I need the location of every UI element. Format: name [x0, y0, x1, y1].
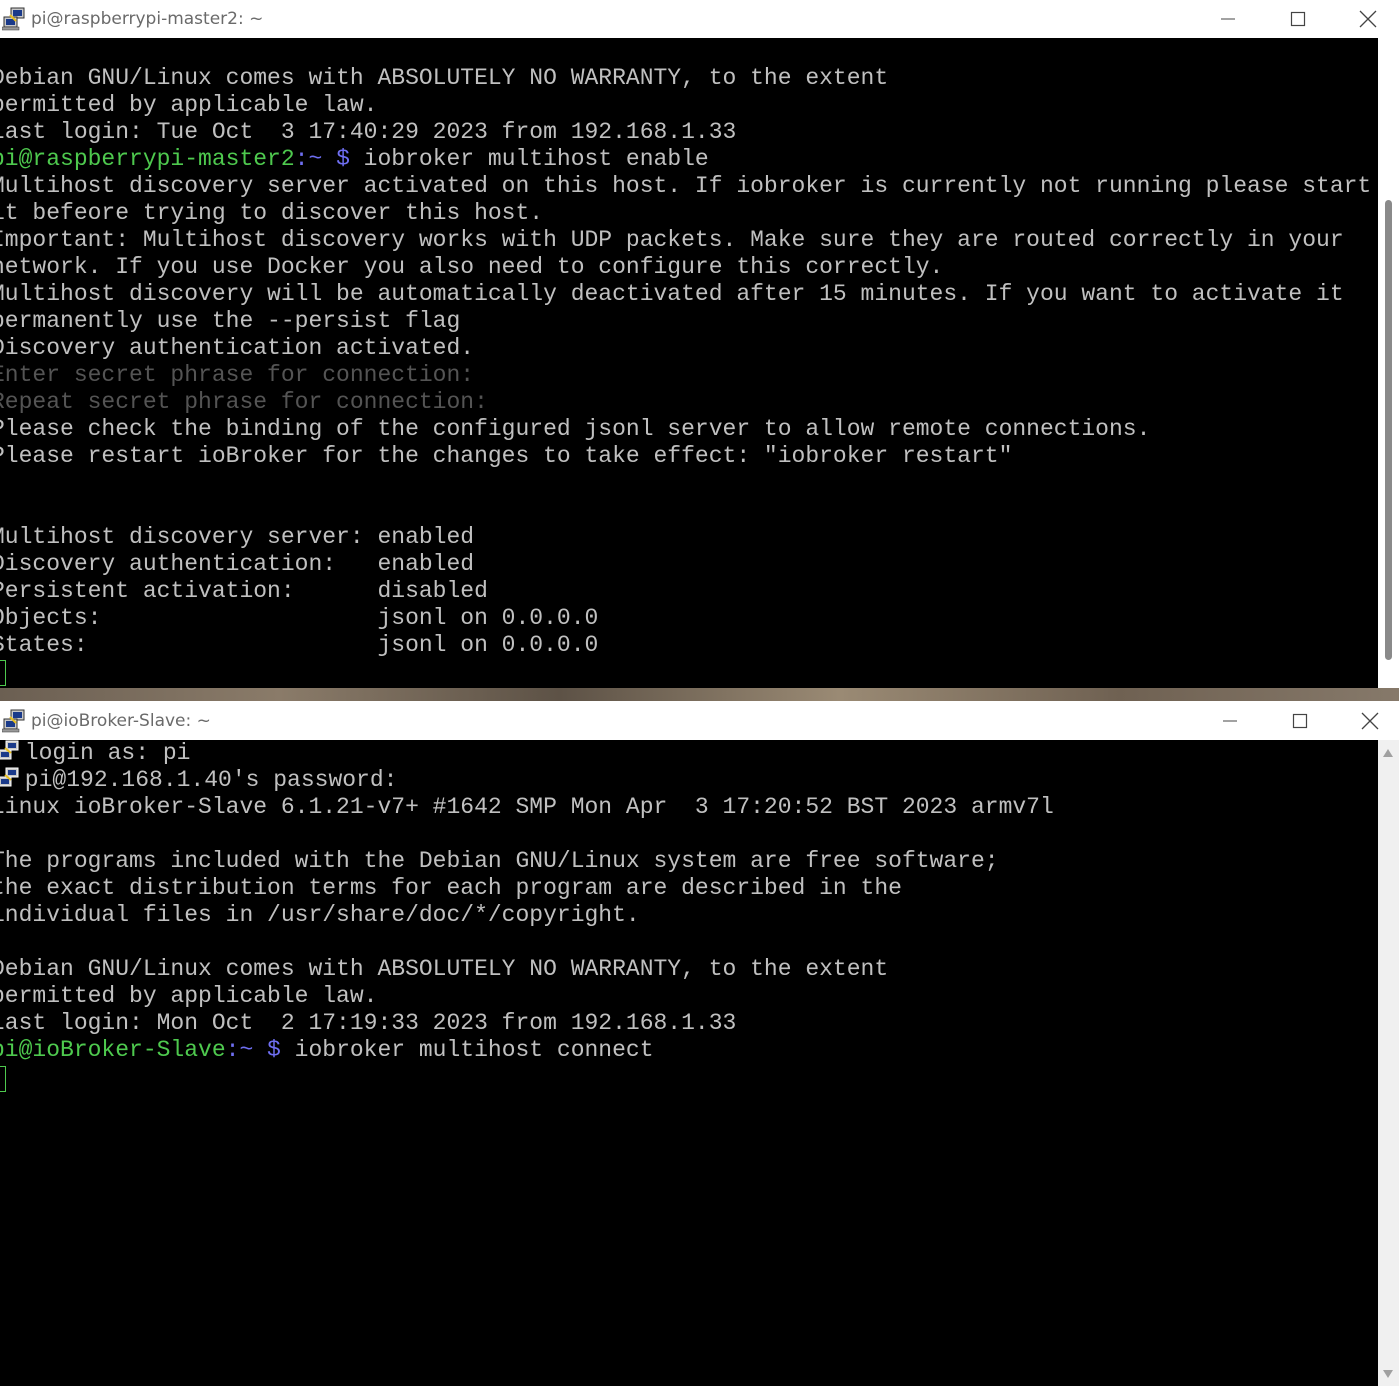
putty-icon [0, 740, 19, 760]
line-text: Enter secret phrase for connection: [0, 362, 475, 388]
terminal-line: Multihost discovery will be automaticall… [0, 281, 1344, 308]
terminal-line: Objects: jsonl on 0.0.0.0 [0, 605, 598, 632]
line-text: Last login: Tue Oct 3 17:40:29 2023 from… [0, 119, 737, 145]
line-text: Multihost discovery server: enabled [0, 524, 475, 550]
putty-icon [2, 7, 25, 31]
close-icon [1359, 10, 1377, 28]
line-text: Debian GNU/Linux comes with ABSOLUTELY N… [0, 65, 889, 91]
line-text: network. If you use Docker you also need… [0, 254, 944, 280]
prompt-user-host: pi@raspberrypi-master2 [0, 146, 295, 172]
scroll-down-arrow-icon[interactable] [1383, 1370, 1393, 1378]
terminal-line: Please check the binding of the configur… [0, 416, 1150, 443]
minimize-button[interactable] [1193, 0, 1263, 38]
line-text: Last login: Mon Oct 2 17:19:33 2023 from… [0, 1010, 737, 1036]
terminal-line: Multihost discovery server: enabled [0, 524, 474, 551]
window-title: pi@ioBroker-Slave: ~ [31, 710, 211, 731]
terminal-line: Linux ioBroker-Slave 6.1.21-v7+ #1642 SM… [0, 794, 1054, 821]
maximize-button[interactable] [1265, 701, 1335, 740]
line-text: Discovery authentication: enabled [0, 551, 475, 577]
text-cursor [0, 660, 6, 686]
maximize-icon [1292, 713, 1308, 728]
prompt-path: :~ $ [225, 1037, 281, 1063]
line-text: The programs included with the Debian GN… [0, 848, 999, 874]
line-text: permanently use the --persist flag [0, 308, 461, 334]
line-text: Important: Multihost discovery works wit… [0, 227, 1344, 253]
scrollbar-thumb[interactable] [1385, 200, 1392, 660]
close-button[interactable] [1333, 0, 1399, 38]
terminal-line: Debian GNU/Linux comes with ABSOLUTELY N… [0, 65, 888, 92]
line-text: States: jsonl on 0.0.0.0 [0, 632, 599, 658]
line-text: pi@192.168.1.40's password: [11, 767, 398, 793]
line-text: Repeat secret phrase for connection: [0, 389, 488, 415]
terminal-line: permitted by applicable law. [0, 92, 377, 119]
terminal-prompt-line: pi@raspberrypi-master2:~ $ iobroker mult… [0, 146, 709, 173]
terminal-line: pi@192.168.1.40's password: [0, 767, 397, 794]
terminal-line: network. If you use Docker you also need… [0, 254, 943, 281]
putty-icon [0, 767, 19, 787]
terminal-output[interactable]: login as: pi pi@192.168.1.40's password:… [0, 740, 1378, 1386]
terminal-line: permanently use the --persist flag [0, 308, 460, 335]
line-text: Multihost discovery server activated on … [0, 173, 1372, 199]
command-text: iobroker multihost connect [280, 1037, 654, 1063]
terminal-output[interactable]: Debian GNU/Linux comes with ABSOLUTELY N… [0, 38, 1378, 688]
terminal-line: Enter secret phrase for connection: [0, 362, 474, 389]
terminal-window-master[interactable]: pi@raspberrypi-master2: ~ Debian GNU/Lin… [0, 0, 1399, 688]
terminal-line: Please restart ioBroker for the changes … [0, 443, 1012, 470]
scroll-up-arrow-icon[interactable] [1383, 749, 1393, 757]
desktop-background [0, 688, 1399, 701]
window-title: pi@raspberrypi-master2: ~ [31, 9, 264, 29]
terminal-line: States: jsonl on 0.0.0.0 [0, 632, 598, 659]
terminal-line: Repeat secret phrase for connection: [0, 389, 488, 416]
line-text: permitted by applicable law. [0, 92, 378, 118]
line-text: Objects: jsonl on 0.0.0.0 [0, 605, 599, 631]
terminal-line: Discovery authentication activated. [0, 335, 474, 362]
line-text: Multihost discovery will be automaticall… [0, 281, 1344, 307]
putty-icon [2, 709, 25, 732]
prompt-path: :~ $ [294, 146, 350, 172]
terminal-line: login as: pi [0, 740, 190, 767]
line-text: Linux ioBroker-Slave 6.1.21-v7+ #1642 SM… [0, 794, 1054, 820]
line-text: Please restart ioBroker for the changes … [0, 443, 1013, 469]
minimize-icon [1221, 18, 1235, 20]
terminal-window-slave[interactable]: pi@ioBroker-Slave: ~ login as: pi pi@192… [0, 701, 1399, 1386]
terminal-line: Important: Multihost discovery works wit… [0, 227, 1344, 254]
terminal-line: Discovery authentication: enabled [0, 551, 474, 578]
minimize-icon [1223, 720, 1237, 721]
line-text: Debian GNU/Linux comes with ABSOLUTELY N… [0, 956, 889, 982]
line-text: individual files in /usr/share/doc/*/cop… [0, 902, 640, 928]
line-text: Please check the binding of the configur… [0, 416, 1151, 442]
line-text: Persistent activation: disabled [0, 578, 488, 604]
terminal-line: Last login: Mon Oct 2 17:19:33 2023 from… [0, 1010, 736, 1037]
maximize-button[interactable] [1263, 0, 1333, 38]
terminal-line: it befeore trying to discover this host. [0, 200, 543, 227]
maximize-icon [1290, 11, 1306, 27]
command-text: iobroker multihost enable [349, 146, 709, 172]
minimize-button[interactable] [1195, 701, 1265, 740]
terminal-line: Debian GNU/Linux comes with ABSOLUTELY N… [0, 956, 888, 983]
scrollbar[interactable] [1378, 740, 1399, 1386]
text-cursor [0, 1066, 6, 1092]
terminal-line: The programs included with the Debian GN… [0, 848, 999, 875]
scrollbar[interactable] [1378, 38, 1399, 688]
line-text: Discovery authentication activated. [0, 335, 475, 361]
line-text: login as: pi [11, 740, 191, 766]
terminal-line: permitted by applicable law. [0, 983, 377, 1010]
terminal-line: Last login: Tue Oct 3 17:40:29 2023 from… [0, 119, 736, 146]
close-icon [1361, 712, 1379, 729]
prompt-user-host: pi@ioBroker-Slave [0, 1037, 226, 1063]
terminal-line: the exact distribution terms for each pr… [0, 875, 902, 902]
titlebar[interactable]: pi@raspberrypi-master2: ~ [0, 0, 1399, 38]
terminal-line: Persistent activation: disabled [0, 578, 488, 605]
close-button[interactable] [1335, 701, 1399, 740]
terminal-prompt-line: pi@ioBroker-Slave:~ $ iobroker multihost… [0, 1037, 654, 1064]
terminal-line: individual files in /usr/share/doc/*/cop… [0, 902, 640, 929]
line-text: permitted by applicable law. [0, 983, 378, 1009]
line-text: it befeore trying to discover this host. [0, 200, 544, 226]
terminal-line: Multihost discovery server activated on … [0, 173, 1371, 200]
titlebar[interactable]: pi@ioBroker-Slave: ~ [0, 701, 1399, 740]
line-text: the exact distribution terms for each pr… [0, 875, 902, 901]
